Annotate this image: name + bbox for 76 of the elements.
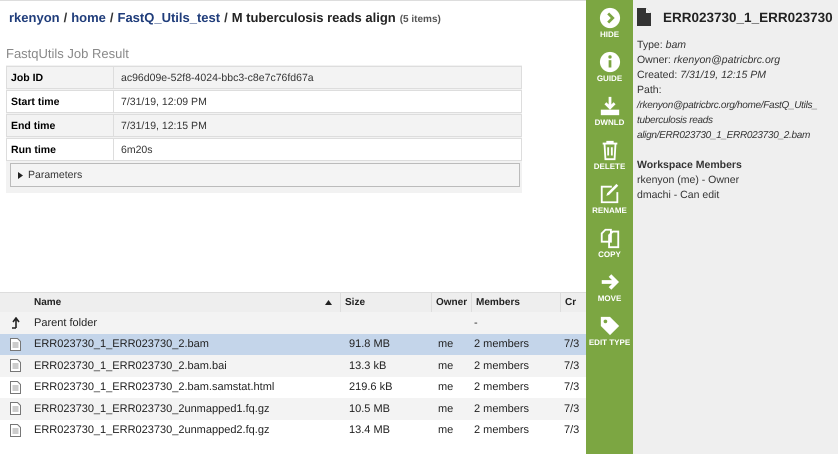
edit-icon [598, 183, 620, 205]
path-text: tuberculosis reads [637, 114, 714, 128]
table-cell-text: 2 members [473, 423, 530, 438]
table-cell-text: 7/3 [563, 402, 580, 417]
table-cell-text: ac96d09e-52f8-4024-bbc3-c8e7c76fd67a [120, 70, 315, 86]
table-cell-text: 219.6 kB [348, 380, 394, 396]
path-label: Path: [637, 83, 663, 98]
table-cell-text: 2 members [473, 380, 530, 396]
table-cell-text: Parent folder [33, 316, 98, 331]
copy-icon [598, 227, 620, 249]
info-icon [598, 51, 620, 73]
table-cell-text: 7/31/19, 12:09 PM [120, 94, 208, 110]
file-title: ERR023730_1_ERR023730 [663, 10, 833, 24]
folder-title: M tuberculosis reads align [232, 10, 396, 25]
table-cell-text: 2 members [473, 358, 530, 374]
table-cell-text: 7/3 [563, 380, 580, 396]
section-title: FastqUtils Job Result [6, 46, 130, 61]
column-header[interactable]: Cr [561, 293, 586, 312]
table-cell-text: 7/31/19, 12:15 PM [120, 118, 208, 134]
table-cell-text: me [437, 423, 454, 438]
table-cell-text: me [437, 380, 454, 396]
caret-icon [18, 172, 24, 178]
table-cell-text: 13.4 MB [348, 423, 391, 438]
member-line: rkenyon (me) - Owner [637, 173, 740, 188]
file-row[interactable]: ERR023730_1_ERR023730_2.bam.bai 13.3 kB me 2 members 7/3 [0, 355, 586, 376]
table-cell-text: ERR023730_1_ERR023730_2.bam.samstat.html [33, 380, 276, 396]
table-cell-text: ERR023730_1_ERR023730_2unmapped2.fq.gz [33, 423, 270, 438]
download-icon [598, 95, 620, 117]
parameters-toggle[interactable]: Parameters [10, 163, 520, 187]
table-cell-text: me [437, 337, 454, 352]
table-cell-text: me [437, 358, 454, 374]
breadcrumb-link[interactable]: rkenyon [9, 10, 60, 25]
table-cell-text: 91.8 MB [348, 337, 391, 352]
table-cell-text: me [437, 402, 454, 417]
path-text: /rkenyon@patricbrc.org/home/FastQ_Utils_ [637, 99, 818, 113]
file-row[interactable]: ERR023730_1_ERR023730_2.bam 91.8 MB me 2 members 7/3 [0, 334, 586, 355]
tag-icon [598, 315, 620, 337]
up-arrow-icon [10, 316, 20, 329]
item-count: (5 items) [400, 14, 441, 25]
detail-line: Created: 7/31/19, 12:15 PM [637, 68, 768, 83]
table-cell-text: 2 members [473, 337, 530, 352]
breadcrumb-separator: / [64, 10, 68, 25]
document-icon [10, 359, 20, 372]
table-cell-text: 13.3 kB [348, 358, 388, 374]
member-line: dmachi - Can edit [637, 188, 720, 203]
table-cell-text: 7/3 [563, 337, 580, 352]
path-text: align/ERR023730_1_ERR023730_2.bam [637, 129, 812, 143]
document-icon [10, 424, 20, 437]
breadcrumb-separator: / [110, 10, 114, 25]
table-cell-text: 6m20s [120, 142, 154, 158]
document-icon [637, 8, 651, 26]
table-cell-text: 2 members [473, 402, 530, 417]
table-cell-text: ERR023730_1_ERR023730_2.bam [33, 337, 210, 352]
document-icon [10, 380, 20, 394]
chevron-circle-icon [598, 7, 620, 29]
members-title: Workspace Members [637, 158, 743, 173]
table-cell-text: 10.5 MB [348, 402, 391, 417]
table-cell-text: ERR023730_1_ERR023730_2unmapped1.fq.gz [33, 402, 270, 417]
table-cell: End time [7, 115, 114, 136]
table-cell: Run time [7, 139, 114, 160]
detail-line: Owner: rkenyon@patricbrc.org [637, 53, 782, 68]
table-cell-text: - [473, 316, 479, 331]
document-icon [10, 402, 20, 416]
breadcrumb-link[interactable]: FastQ_Utils_test [118, 10, 220, 25]
table-cell-text: ERR023730_1_ERR023730_2.bam.bai [33, 358, 228, 374]
table-cell-text: 7/3 [563, 358, 580, 374]
breadcrumb-separator: / [224, 10, 228, 25]
file-row[interactable]: Parent folder - [0, 312, 586, 334]
file-row[interactable]: ERR023730_1_ERR023730_2unmapped1.fq.gz 10.5 MB me 2 members 7/3 [0, 398, 586, 420]
breadcrumb-link[interactable]: home [71, 10, 106, 25]
table-cell: Start time [7, 91, 114, 112]
table-cell: Job ID [7, 67, 114, 88]
sort-ascending-icon [325, 300, 332, 305]
document-icon [10, 338, 20, 351]
detail-line: Type: bam [637, 38, 688, 53]
table-cell-text: 7/3 [563, 423, 580, 438]
